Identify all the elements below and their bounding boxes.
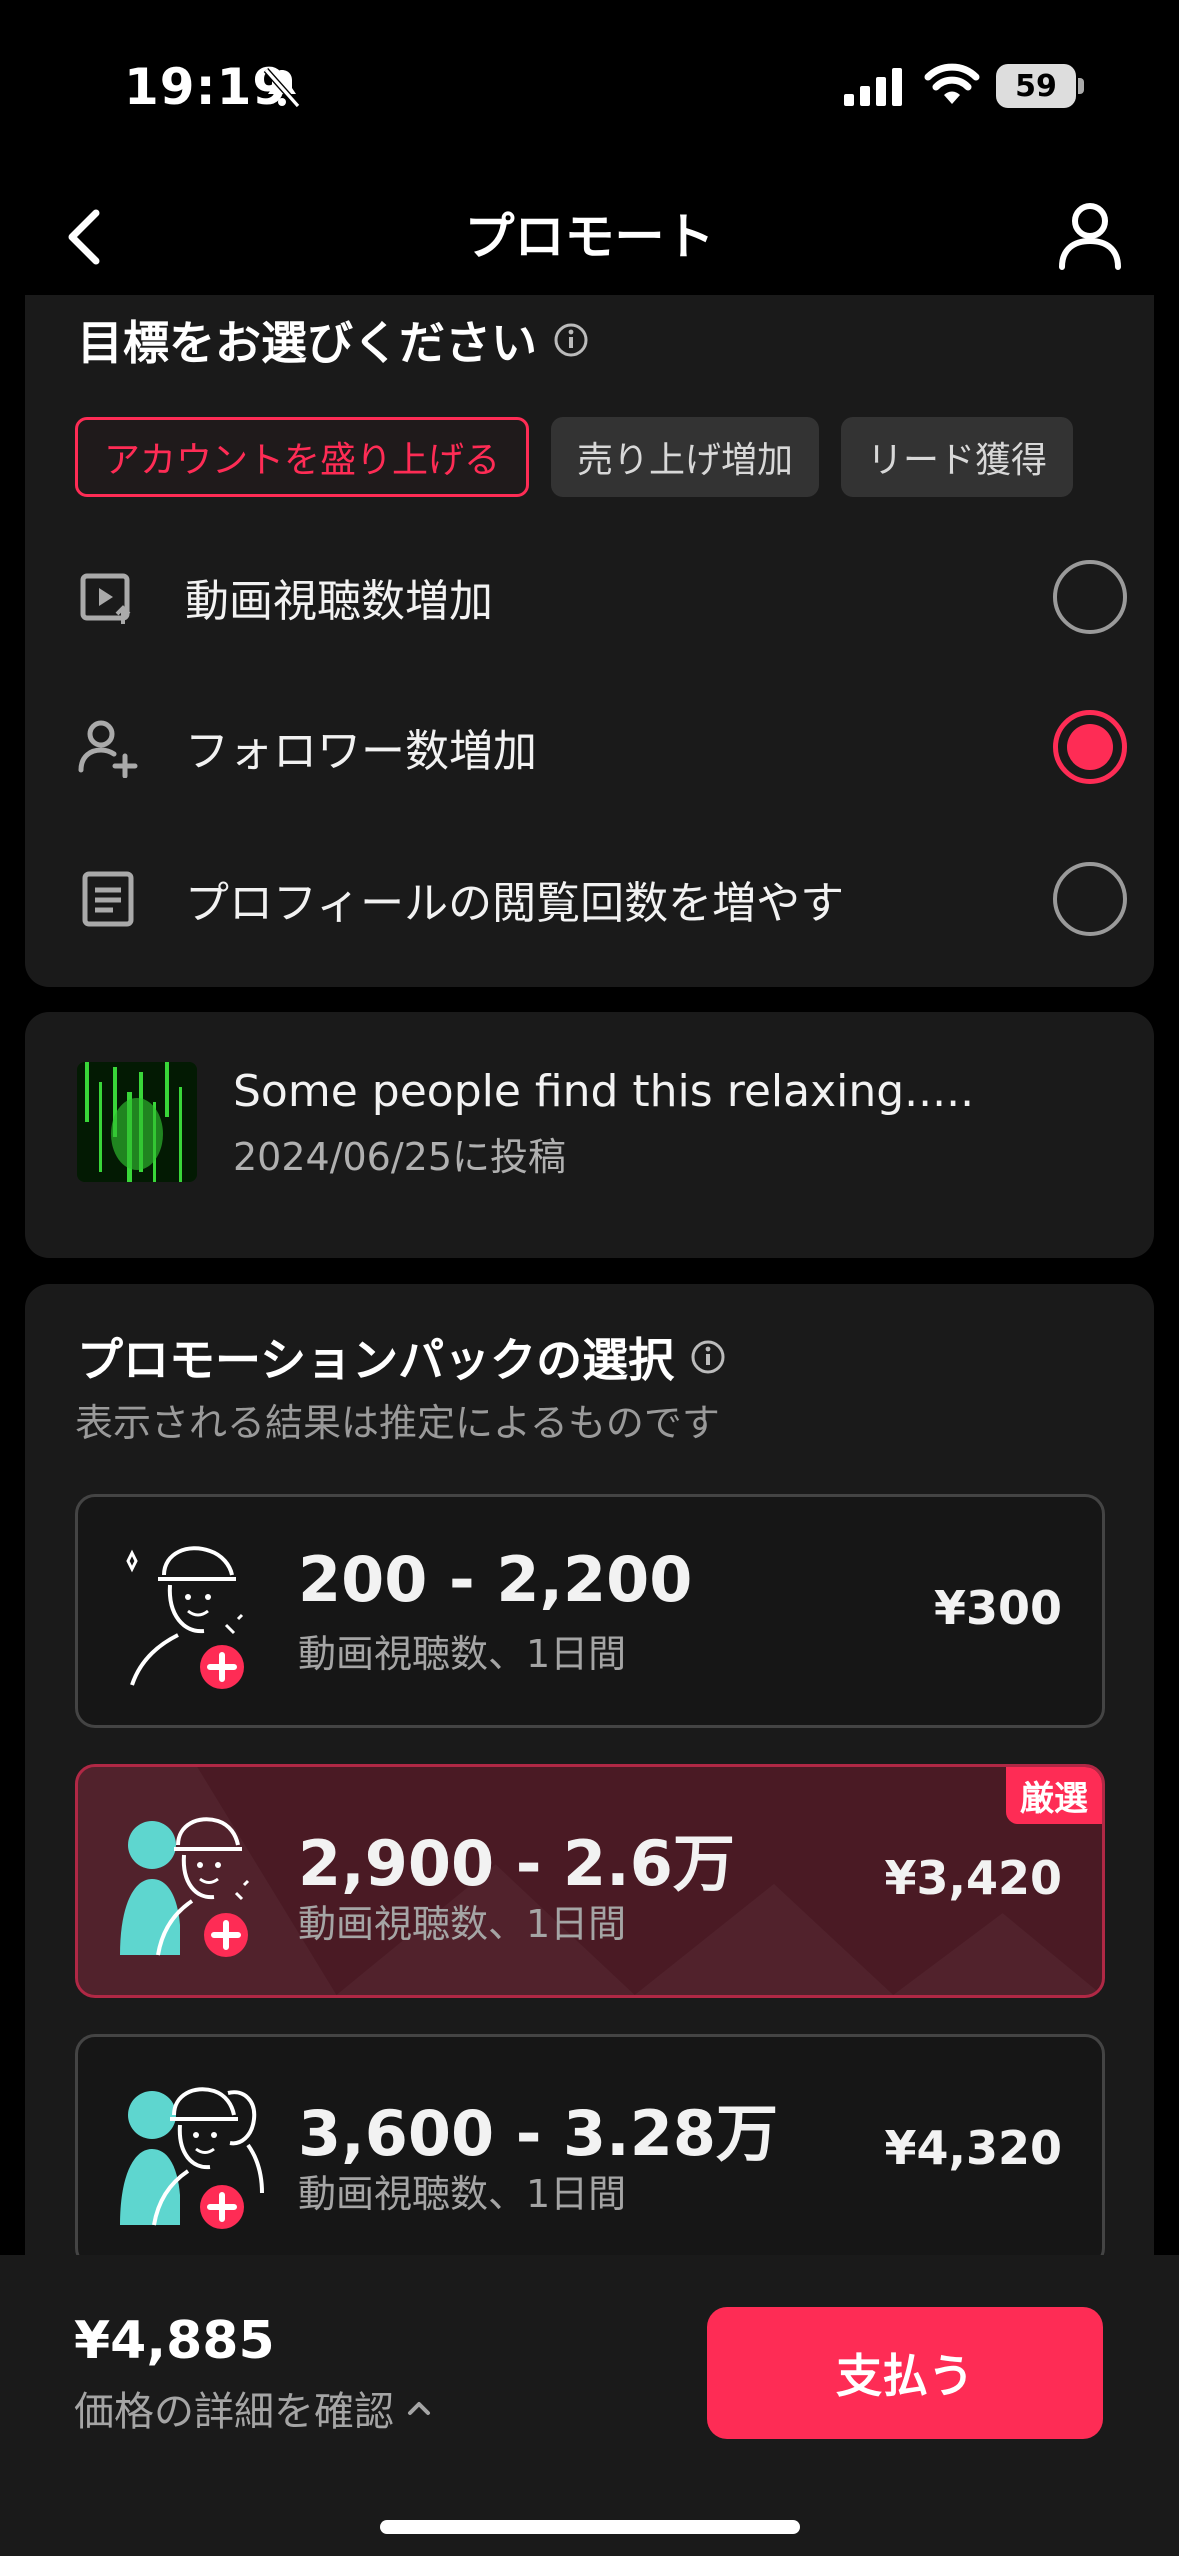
pack-price: ¥300	[933, 1581, 1062, 1635]
packs-title-text: プロモーションパックの選択	[77, 1333, 675, 1387]
radio-button[interactable]	[1053, 862, 1127, 936]
group-user-add-illustration-icon	[120, 1817, 250, 1957]
pack-price: ¥3,420	[884, 1851, 1062, 1905]
pack-range: 2,900 - 2.6万	[298, 1827, 735, 1900]
info-icon[interactable]	[553, 322, 589, 358]
wifi-icon	[924, 63, 980, 104]
signal-icon	[844, 68, 902, 106]
bell-muted-icon	[263, 68, 301, 108]
goal-section-title: 目標をお選びください	[77, 307, 589, 373]
price-details-toggle[interactable]: 価格の詳細を確認	[74, 2379, 436, 2437]
pack-option-2-selected[interactable]: 2,900 - 2.6万 動画視聴数、1日間 ¥3,420 厳選	[75, 1764, 1105, 1998]
chip-sales-increase[interactable]: 売り上げ増加	[551, 417, 820, 497]
option-profile-views[interactable]: プロフィールの閲覧回数を増やす	[77, 849, 1127, 949]
status-bar: 19:19 59	[0, 0, 1179, 175]
video-play-icon	[80, 573, 131, 624]
goal-card: 目標をお選びください アカウントを盛り上げる 売り上げ増加 リード獲得 動画視聴…	[25, 295, 1154, 987]
crowd-user-add-illustration-icon	[120, 2087, 264, 2229]
option-followers[interactable]: フォロワー数増加	[77, 697, 1127, 797]
goal-chips: アカウントを盛り上げる 売り上げ増加 リード獲得	[75, 417, 1074, 497]
packs-card: プロモーションパックの選択 表示される結果は推定によるものです 200 - 2,…	[25, 1284, 1154, 2284]
pack-option-1[interactable]: 200 - 2,200 動画視聴数、1日間 ¥300	[75, 1494, 1105, 1728]
chip-account-boost[interactable]: アカウントを盛り上げる	[75, 417, 530, 497]
checkout-bar: ¥4,885 価格の詳細を確認 支払う	[0, 2255, 1179, 2556]
radio-button-selected[interactable]	[1053, 710, 1127, 784]
total-price: ¥4,885	[74, 2311, 275, 2371]
pack-price: ¥4,320	[884, 2121, 1062, 2175]
radio-button[interactable]	[1053, 560, 1127, 634]
pack-range: 3,600 - 3.28万	[298, 2097, 778, 2170]
info-icon[interactable]	[690, 1339, 726, 1375]
nav-header: プロモート	[0, 175, 1179, 295]
single-user-add-illustration-icon	[126, 1546, 244, 1689]
packs-section-title: プロモーションパックの選択	[77, 1324, 726, 1390]
goal-title-text: 目標をお選びください	[77, 316, 537, 370]
chevron-up-icon	[408, 2402, 430, 2415]
option-video-views[interactable]: 動画視聴数増加	[77, 547, 1127, 647]
recommended-badge: 厳選	[1006, 1767, 1102, 1824]
option-label: 動画視聴数増加	[185, 576, 493, 627]
person-icon[interactable]	[1050, 195, 1130, 275]
add-user-icon	[78, 720, 138, 778]
video-card[interactable]: Some people find this relaxing..... 2024…	[25, 1012, 1154, 1258]
option-label: フォロワー数増加	[185, 726, 537, 777]
document-icon	[82, 871, 134, 927]
pack-range: 200 - 2,200	[298, 1543, 693, 1616]
price-details-label: 価格の詳細を確認	[74, 2389, 394, 2435]
battery-cap	[1078, 78, 1084, 94]
home-indicator[interactable]	[380, 2520, 800, 2534]
pay-button[interactable]: 支払う	[707, 2307, 1103, 2439]
option-label: プロフィールの閲覧回数を増やす	[185, 878, 845, 929]
pack-description: 動画視聴数、1日間	[298, 1902, 627, 1946]
page-title: プロモート	[464, 208, 715, 266]
pack-description: 動画視聴数、1日間	[298, 2172, 627, 2216]
battery-indicator: 59	[996, 64, 1076, 108]
video-thumbnail	[77, 1062, 197, 1182]
chip-lead-generation[interactable]: リード獲得	[841, 417, 1074, 497]
packs-subtitle: 表示される結果は推定によるものです	[75, 1401, 720, 1445]
pack-description: 動画視聴数、1日間	[298, 1632, 627, 1676]
video-date: 2024/06/25に投稿	[233, 1135, 567, 1179]
video-title: Some people find this relaxing.....	[233, 1066, 975, 1117]
pack-option-3[interactable]: 3,600 - 3.28万 動画視聴数、1日間 ¥4,320	[75, 2034, 1105, 2268]
